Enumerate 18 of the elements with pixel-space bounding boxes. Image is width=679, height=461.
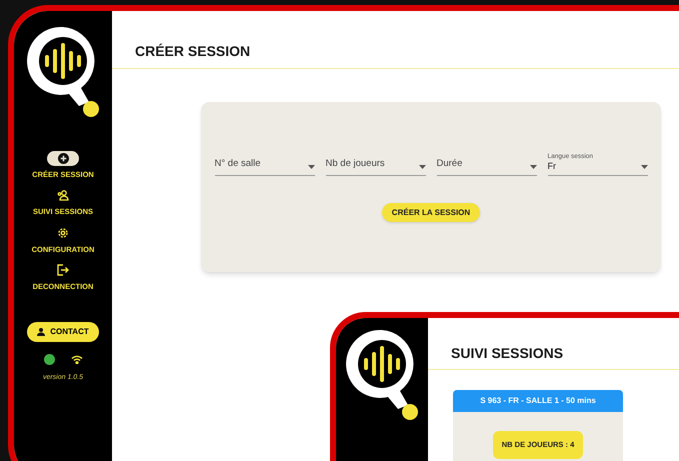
session-card-header: S 963 - FR - SALLE 1 - 50 mins <box>453 390 623 412</box>
people-icon <box>56 190 70 202</box>
contact-button[interactable]: CONTACT <box>27 322 99 342</box>
page-title: SUIVI SESSIONS <box>451 344 564 363</box>
gear-icon <box>57 227 69 239</box>
dropdown-field[interactable]: Durée <box>436 154 536 176</box>
person-icon <box>37 328 46 336</box>
logout-icon <box>57 264 69 276</box>
plus-circle-icon <box>58 153 68 164</box>
caret-icon <box>530 165 536 169</box>
wifi-icon <box>70 355 82 364</box>
caret-icon <box>308 165 314 169</box>
caret-icon <box>418 165 426 169</box>
create-session-button[interactable]: CRÉER LA SESSION <box>382 203 480 222</box>
caret-icon <box>640 165 648 169</box>
page-title: CRÉER SESSION <box>135 42 252 61</box>
dropdown-field[interactable]: N° de salle <box>214 154 314 176</box>
dropdown-field[interactable]: Nb de joueurs <box>326 154 426 176</box>
